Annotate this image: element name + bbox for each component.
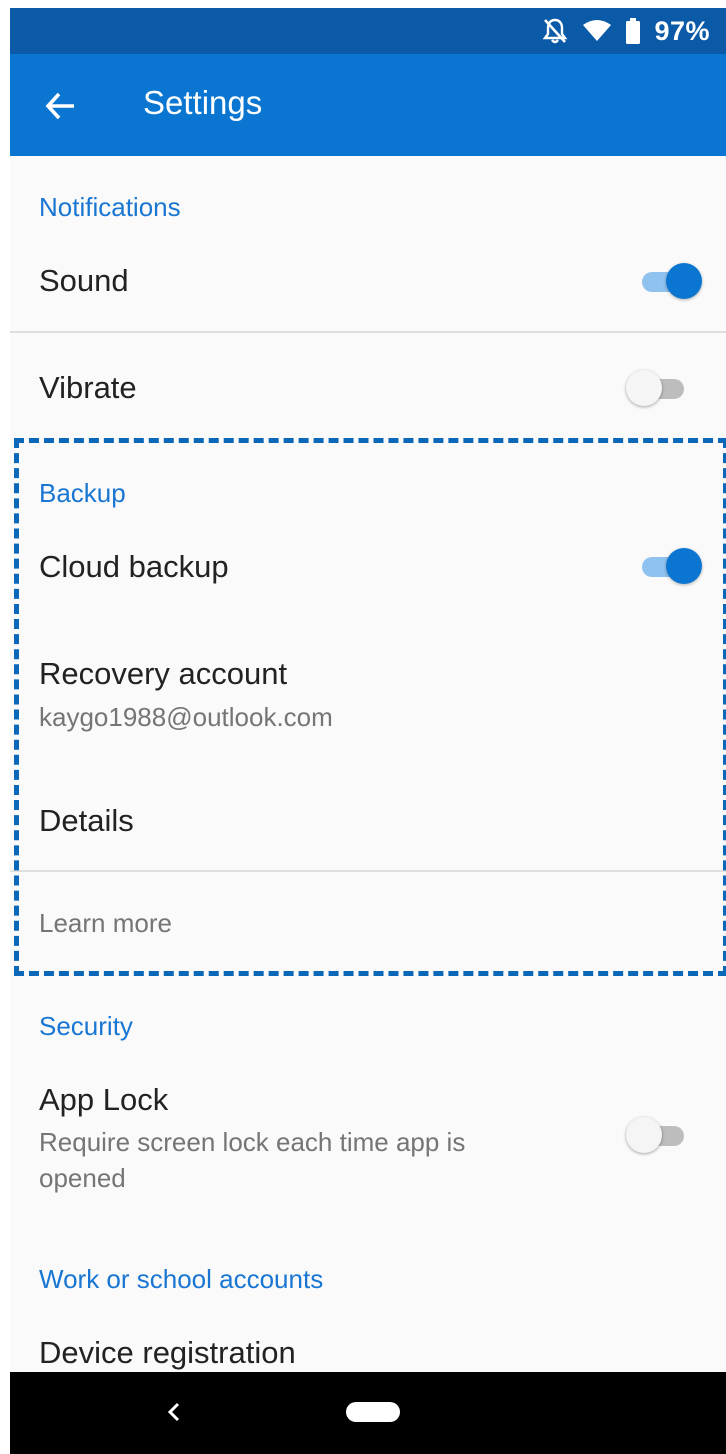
- nav-back-icon: [167, 1402, 180, 1422]
- section-header-security: Security: [39, 1011, 133, 1041]
- status-icons: 97%: [542, 8, 710, 54]
- status-bar: 97%: [10, 8, 726, 54]
- app-lock-toggle[interactable]: [626, 1115, 686, 1155]
- learn-more-link[interactable]: Learn more: [39, 905, 172, 941]
- back-button[interactable]: [40, 86, 80, 126]
- wifi-icon: [582, 19, 612, 43]
- cloud-backup-toggle[interactable]: [640, 546, 702, 586]
- divider: [10, 331, 726, 333]
- app-lock-description-line1: Require screen lock each time app is: [39, 1127, 466, 1157]
- section-header-notifications: Notifications: [39, 192, 181, 222]
- vibrate-toggle[interactable]: [626, 368, 686, 408]
- recovery-account-email: kaygo1988@outlook.com: [39, 702, 333, 732]
- sound-toggle[interactable]: [640, 261, 702, 301]
- page-title: Settings: [143, 84, 263, 121]
- settings-screen: 97% Settings Notifications Sound Vibrate…: [10, 8, 726, 1454]
- device-registration-label[interactable]: Device registration: [39, 1335, 296, 1371]
- navigation-bar: [10, 1372, 726, 1454]
- app-bar: Settings: [10, 54, 726, 156]
- toggle-thumb: [666, 548, 702, 584]
- nav-back-button[interactable]: [156, 1394, 192, 1430]
- notifications-off-icon: [542, 17, 568, 45]
- arrow-back-icon: [45, 92, 74, 120]
- toggle-thumb: [626, 1117, 662, 1153]
- app-lock-label[interactable]: App Lock: [39, 1082, 168, 1118]
- app-lock-description-line2: opened: [39, 1163, 126, 1193]
- divider: [10, 870, 726, 872]
- toggle-thumb: [626, 370, 662, 406]
- sound-label[interactable]: Sound: [39, 263, 129, 299]
- battery-percent: 97%: [654, 15, 710, 46]
- section-header-backup: Backup: [39, 478, 126, 508]
- vibrate-label[interactable]: Vibrate: [39, 370, 137, 406]
- cloud-backup-label[interactable]: Cloud backup: [39, 549, 229, 585]
- toggle-thumb: [666, 263, 702, 299]
- battery-icon: [626, 18, 641, 44]
- section-header-work-school: Work or school accounts: [39, 1264, 324, 1294]
- nav-home-button[interactable]: [346, 1402, 400, 1422]
- details-label[interactable]: Details: [39, 803, 134, 839]
- recovery-account-label[interactable]: Recovery account: [39, 656, 287, 692]
